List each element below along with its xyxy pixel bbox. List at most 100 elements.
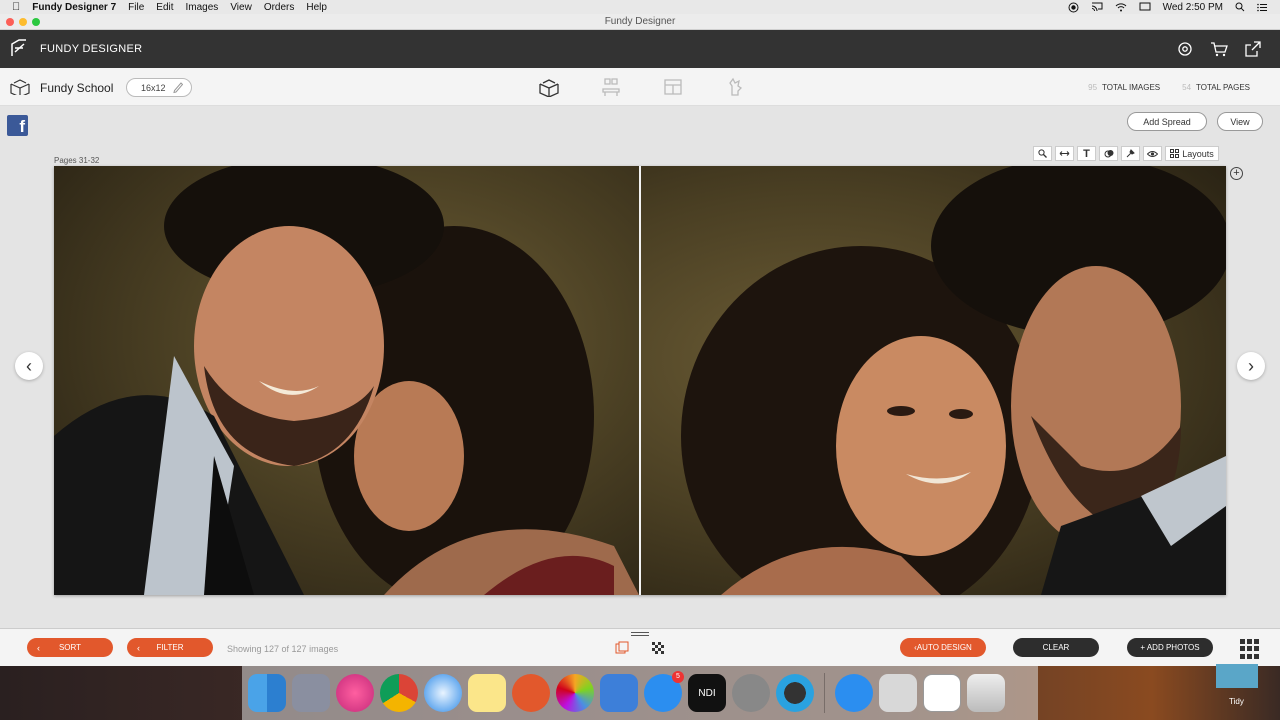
facebook-icon[interactable]: f [7, 115, 28, 136]
clear-button[interactable]: CLEAR [1013, 638, 1099, 657]
grid-view-icon[interactable] [1240, 639, 1260, 659]
right-page-photo[interactable] [641, 166, 1226, 595]
album-design-mode-icon[interactable] [538, 77, 560, 97]
app-store-badge: 5 [672, 671, 684, 683]
previous-spread-button[interactable]: ‹ [15, 352, 43, 380]
display-icon[interactable] [1139, 2, 1151, 12]
magnifier-icon [1038, 149, 1047, 158]
text-tool-icon: T [1083, 147, 1090, 160]
window-titlebar: Fundy Designer [0, 14, 1280, 30]
itunes-icon[interactable] [336, 674, 374, 712]
shape-tool-button[interactable] [1099, 146, 1118, 161]
pages-label: Pages 31-32 [54, 156, 100, 165]
total-images-label: TOTAL IMAGES [1102, 83, 1161, 92]
menu-help[interactable]: Help [306, 2, 327, 13]
total-pages-count: 54 [1182, 83, 1192, 92]
menu-view[interactable]: View [230, 2, 252, 13]
image-count-text: Showing 127 of 127 images [227, 644, 339, 654]
design-canvas: f Add Spread View Pages 31-32 T Layouts … [0, 106, 1280, 628]
panel-drag-handle[interactable] [631, 632, 649, 636]
total-images-stat: 95 TOTAL IMAGES [1088, 83, 1160, 92]
checkerboard-icon[interactable] [651, 641, 665, 655]
app-brand: FUNDY DESIGNER [40, 43, 143, 55]
eyedropper-icon [1126, 149, 1135, 158]
spacing-tool-button[interactable] [1055, 146, 1074, 161]
album-size-selector[interactable]: 16x12 [126, 78, 192, 97]
cast-icon[interactable] [1091, 2, 1103, 12]
album-toolbar: Fundy School 16x12 95 TOTAL IMAGES 54 TOTA… [0, 68, 1280, 106]
cart-icon[interactable] [1210, 40, 1228, 58]
add-spread-button[interactable]: Add Spread [1127, 112, 1207, 131]
view-button[interactable]: View [1217, 112, 1263, 131]
launchpad-icon[interactable] [292, 674, 330, 712]
ndi-icon[interactable]: NDI [688, 674, 726, 712]
next-spread-button[interactable]: › [1237, 352, 1265, 380]
fundy-designer-dock-icon[interactable] [512, 674, 550, 712]
finder-icon[interactable] [248, 674, 286, 712]
add-photos-button[interactable]: + ADD PHOTOS [1127, 638, 1213, 657]
card-mode-icon[interactable] [662, 77, 684, 97]
album-book-icon [10, 79, 30, 95]
chrome-icon[interactable] [380, 674, 418, 712]
stack-view-icon[interactable] [615, 641, 629, 655]
app-store-folder-icon[interactable] [835, 674, 873, 712]
fundy-logo-icon [11, 39, 26, 56]
layouts-button[interactable]: Layouts [1165, 146, 1219, 161]
total-images-count: 95 [1088, 83, 1098, 92]
add-page-icon[interactable]: + [1230, 167, 1243, 180]
apple-menu-icon[interactable]:  [12, 1, 20, 13]
photos-icon[interactable] [556, 674, 594, 712]
quicktime-icon[interactable] [776, 674, 814, 712]
total-pages-stat: 54 TOTAL PAGES [1182, 83, 1250, 92]
settings-gear-icon[interactable] [1176, 40, 1194, 58]
left-page-photo[interactable] [54, 166, 639, 595]
notification-center-icon[interactable] [1257, 3, 1268, 12]
notes-icon[interactable] [468, 674, 506, 712]
record-icon[interactable] [1068, 2, 1079, 13]
text-tool-button[interactable]: T [1077, 146, 1096, 161]
screenshot-stack-icon[interactable] [923, 674, 961, 712]
trash-icon[interactable] [967, 674, 1005, 712]
filter-label: FILTER [156, 643, 184, 652]
total-pages-label: TOTAL PAGES [1196, 83, 1250, 92]
preview-tool-button[interactable] [1143, 146, 1162, 161]
auto-design-label: ‹AUTO DESIGN [914, 643, 972, 652]
album-name[interactable]: Fundy School [40, 81, 113, 95]
album-size-label: 16x12 [141, 82, 166, 93]
eyedropper-tool-button[interactable] [1121, 146, 1140, 161]
safari-icon[interactable] [424, 674, 462, 712]
sort-button[interactable]: ‹ SORT [27, 638, 113, 657]
image-browser-bar: ‹ SORT ‹ FILTER Showing 127 of 127 image… [0, 628, 1280, 666]
spotlight-search-icon[interactable] [1235, 2, 1245, 12]
wall-art-mode-icon[interactable] [600, 77, 622, 97]
macos-menubar:  Fundy Designer 7 File Edit Images View… [0, 0, 1280, 14]
horizontal-arrows-icon [1059, 151, 1070, 156]
menu-app-name[interactable]: Fundy Designer 7 [32, 2, 116, 13]
sales-mode-icon[interactable] [724, 77, 746, 97]
export-icon[interactable] [1244, 40, 1262, 58]
menu-file[interactable]: File [128, 2, 144, 13]
couple-photo-right [681, 166, 1226, 595]
menu-images[interactable]: Images [186, 2, 219, 13]
keynote-icon[interactable] [600, 674, 638, 712]
documents-folder-icon[interactable] [879, 674, 917, 712]
overlap-circles-icon [1104, 149, 1113, 157]
chevron-left-icon: ‹ [37, 642, 40, 653]
auto-design-button[interactable]: ‹AUTO DESIGN [900, 638, 986, 657]
system-preferences-icon[interactable] [732, 674, 770, 712]
menu-edit[interactable]: Edit [156, 2, 173, 13]
wifi-icon[interactable] [1115, 2, 1127, 12]
menubar-clock[interactable]: Wed 2:50 PM [1163, 2, 1223, 13]
app-store-icon[interactable]: 5 [644, 671, 684, 712]
tidy-folder-label: Tidy [1229, 697, 1244, 706]
tidy-folder-icon[interactable] [1216, 664, 1258, 688]
sort-label: SORT [58, 643, 82, 652]
spread-tools: T Layouts [1033, 146, 1219, 161]
filter-button[interactable]: ‹ FILTER [127, 638, 213, 657]
layouts-label: Layouts [1182, 148, 1214, 159]
album-spread[interactable] [54, 166, 1226, 595]
menu-orders[interactable]: Orders [264, 2, 295, 13]
window-title: Fundy Designer [604, 16, 676, 27]
zoom-tool-button[interactable] [1033, 146, 1052, 161]
couple-photo-left [54, 166, 639, 595]
